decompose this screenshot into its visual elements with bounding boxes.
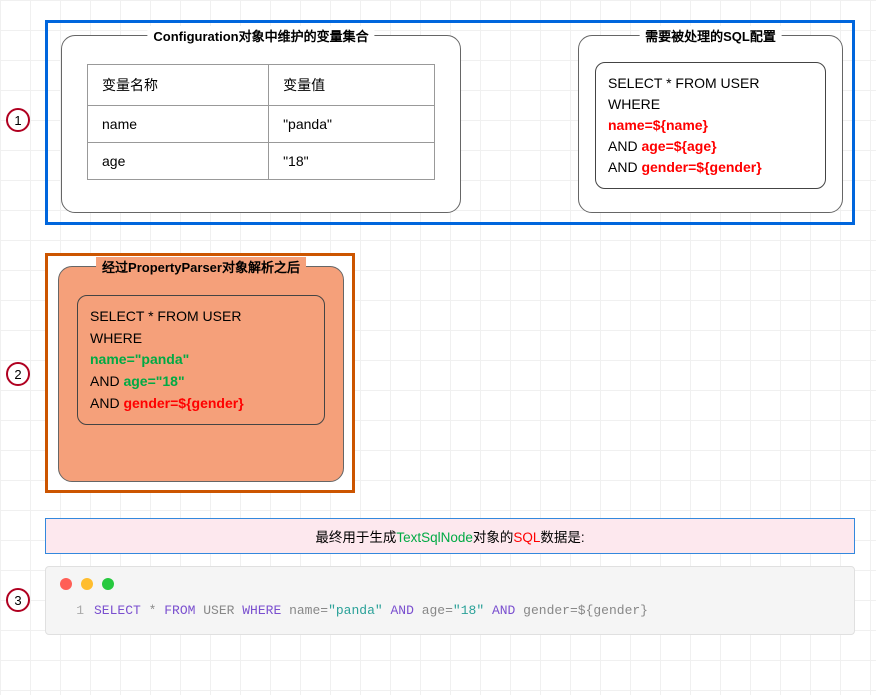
- sql-text: AND: [608, 159, 641, 175]
- tok: [484, 603, 492, 618]
- table-row: name "panda": [88, 106, 435, 143]
- tok: *: [141, 603, 164, 618]
- final-header: 最终用于生成TextSqlNode对象的SQL数据是:: [45, 518, 855, 554]
- sql-line: AND age="18": [90, 371, 312, 393]
- tok: AND: [391, 603, 414, 618]
- parsed-title: 经过PropertyParser对象解析之后: [96, 257, 306, 276]
- dot-red-icon: [60, 578, 72, 590]
- step-num: 1: [14, 113, 21, 128]
- parsed-sql-box: SELECT * FROM USER WHERE name="panda" AN…: [77, 295, 325, 425]
- sql-placeholder: gender=${gender}: [641, 159, 761, 175]
- text: 对象的: [473, 530, 514, 545]
- sql-placeholder: age=${age}: [641, 138, 716, 154]
- sql-template-box: SELECT * FROM USER WHERE name=${name} AN…: [595, 62, 826, 189]
- sql-panel: 需要被处理的SQL配置 SELECT * FROM USER WHERE nam…: [578, 35, 843, 213]
- keyword: SQL: [513, 530, 540, 545]
- classname: TextSqlNode: [396, 530, 473, 545]
- section-parsed: 经过PropertyParser对象解析之后 SELECT * FROM USE…: [45, 253, 355, 493]
- tok: AND: [492, 603, 515, 618]
- table-header-row: 变量名称 变量值: [88, 65, 435, 106]
- tok: FROM: [164, 603, 195, 618]
- text: 数据是:: [540, 530, 584, 545]
- tok: gender=${gender}: [515, 603, 648, 618]
- sql-line: WHERE: [608, 94, 813, 115]
- section-final: 最终用于生成TextSqlNode对象的SQL数据是: 1 SELECT * FR…: [45, 518, 855, 635]
- tok: "panda": [328, 603, 383, 618]
- code-line: 1 SELECT * FROM USER WHERE name="panda" A…: [60, 603, 840, 618]
- sql-line: WHERE: [90, 328, 312, 350]
- col-name-header: 变量名称: [88, 65, 269, 106]
- window-dots: [60, 577, 840, 593]
- cell-val: "panda": [269, 106, 435, 143]
- sql-placeholder: name=${name}: [608, 117, 708, 133]
- step-marker-3: 3: [6, 588, 30, 612]
- sql-line: name="panda": [90, 349, 312, 371]
- cell-key: age: [88, 143, 269, 180]
- cell-val: "18": [269, 143, 435, 180]
- sql-line: SELECT * FROM USER: [608, 73, 813, 94]
- tok: "18": [453, 603, 484, 618]
- cell-key: name: [88, 106, 269, 143]
- dot-yellow-icon: [81, 578, 93, 590]
- section-input: Configuration对象中维护的变量集合 变量名称 变量值 name "p…: [45, 20, 855, 225]
- code-block: 1 SELECT * FROM USER WHERE name="panda" A…: [45, 566, 855, 635]
- dot-green-icon: [102, 578, 114, 590]
- sql-title: 需要被处理的SQL配置: [639, 26, 782, 45]
- sql-line: AND gender=${gender}: [90, 393, 312, 415]
- sql-unresolved: gender=${gender}: [123, 395, 243, 411]
- sql-resolved: name="panda": [90, 351, 189, 367]
- sql-line: AND gender=${gender}: [608, 157, 813, 178]
- sql-text: AND: [608, 138, 641, 154]
- vars-table: 变量名称 变量值 name "panda" age "18": [87, 64, 435, 180]
- tok: [383, 603, 391, 618]
- step-num: 3: [14, 593, 21, 608]
- config-title: Configuration对象中维护的变量集合: [147, 26, 374, 45]
- sql-text: AND: [90, 395, 123, 411]
- table-row: age "18": [88, 143, 435, 180]
- text: 最终用于生成: [315, 530, 396, 545]
- tok: USER: [195, 603, 242, 618]
- parsed-panel: 经过PropertyParser对象解析之后 SELECT * FROM USE…: [58, 266, 344, 482]
- sql-line: SELECT * FROM USER: [90, 306, 312, 328]
- sql-text: AND: [90, 373, 123, 389]
- config-panel: Configuration对象中维护的变量集合 变量名称 变量值 name "p…: [61, 35, 461, 213]
- col-value-header: 变量值: [269, 65, 435, 106]
- tok: WHERE: [242, 603, 281, 618]
- line-number: 1: [60, 603, 84, 618]
- step-num: 2: [14, 367, 21, 382]
- tok: SELECT: [94, 603, 141, 618]
- step-marker-2: 2: [6, 362, 30, 386]
- tok: name=: [281, 603, 328, 618]
- tok: age=: [414, 603, 453, 618]
- sql-line: name=${name}: [608, 115, 813, 136]
- sql-line: AND age=${age}: [608, 136, 813, 157]
- sql-resolved: age="18": [123, 373, 184, 389]
- step-marker-1: 1: [6, 108, 30, 132]
